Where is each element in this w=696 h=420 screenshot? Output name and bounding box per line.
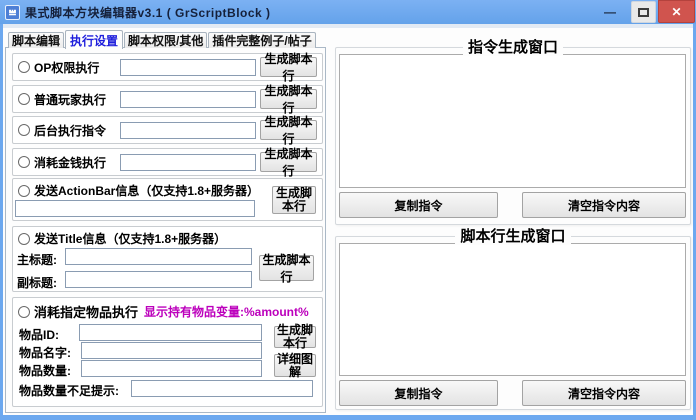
player-exec-generate-button[interactable]: 生成脚本行 (260, 84, 317, 115)
console-exec-radio[interactable] (18, 124, 30, 136)
tab-permissions-other[interactable]: 脚本权限/其他 (124, 32, 208, 48)
item-id-label: 物品ID: (19, 328, 59, 342)
op-exec-radio[interactable] (18, 61, 30, 73)
console-exec-generate-button[interactable]: 生成脚本行 (260, 115, 317, 146)
sub-title-input[interactable] (65, 271, 252, 288)
clear-command-button[interactable]: 清空指令内容 (522, 192, 686, 218)
main-title-label: 主标题: (17, 253, 57, 267)
copy-scriptline-button[interactable]: 复制指令 (339, 380, 498, 406)
maximize-button[interactable] (631, 1, 656, 23)
command-panel-title: 指令生成窗口 (335, 36, 691, 57)
item-amount-hint: 显示持有物品变量:%amount% (144, 305, 309, 319)
player-exec-label: 普通玩家执行 (34, 92, 107, 107)
copy-command-button[interactable]: 复制指令 (339, 192, 498, 218)
item-group: 消耗指定物品执行 显示持有物品变量:%amount% 物品ID: 物品名字: 物… (12, 297, 323, 407)
minimize-icon: — (604, 5, 616, 19)
item-label: 消耗指定物品执行 (34, 305, 139, 320)
scriptline-panel-title: 脚本行生成窗口 (335, 225, 691, 246)
main-title-input[interactable] (65, 248, 252, 265)
player-exec-radio[interactable] (18, 93, 30, 105)
money-exec-label: 消耗金钱执行 (34, 155, 107, 170)
window-controls: — ✕ (597, 0, 696, 24)
tab-bar: 脚本编辑 执行设置 脚本权限/其他 插件完整例子/帖子 (8, 30, 317, 49)
tab-script-edit[interactable]: 脚本编辑 (8, 32, 65, 48)
tab-plugin-examples[interactable]: 插件完整例子/帖子 (208, 32, 316, 48)
actionbar-generate-button[interactable]: 生成脚本行 (272, 186, 316, 214)
item-count-input[interactable] (81, 360, 262, 377)
op-exec-generate-button[interactable]: 生成脚本行 (260, 52, 317, 83)
op-exec-row: OP权限执行 生成脚本行 (12, 52, 323, 83)
console-exec-row: 后台执行指令 生成脚本行 (12, 115, 323, 146)
title-label: 发送Title信息（仅支持1.8+服务器） (34, 232, 227, 246)
command-output-area[interactable] (339, 54, 686, 188)
item-radio[interactable] (18, 305, 30, 318)
money-exec-radio[interactable] (18, 156, 30, 168)
actionbar-group: 发送ActionBar信息（仅支持1.8+服务器） 生成脚本行 (12, 178, 323, 221)
actionbar-label: 发送ActionBar信息（仅支持1.8+服务器） (34, 184, 260, 198)
clear-scriptline-button[interactable]: 清空指令内容 (522, 380, 686, 406)
money-exec-row: 消耗金钱执行 生成脚本行 (12, 147, 323, 178)
op-exec-input[interactable] (120, 58, 256, 76)
close-icon: ✕ (671, 4, 682, 19)
app-window: 果式脚本方块编辑器v3.1 ( GrScriptBlock ) — ✕ 脚本编辑… (0, 0, 696, 420)
money-exec-generate-button[interactable]: 生成脚本行 (260, 147, 317, 178)
title-radio[interactable] (18, 232, 30, 245)
tab-exec-settings[interactable]: 执行设置 (65, 30, 124, 49)
item-generate-button[interactable]: 生成脚本行 (274, 324, 316, 350)
window-title: 果式脚本方块编辑器v3.1 ( GrScriptBlock ) (25, 5, 271, 20)
money-exec-input[interactable] (120, 153, 256, 171)
titlebar-shadow (3, 24, 693, 28)
item-warn-input[interactable] (131, 380, 313, 397)
item-detail-button[interactable]: 详细图解 (274, 352, 316, 378)
player-exec-input[interactable] (120, 90, 256, 108)
player-exec-row: 普通玩家执行 生成脚本行 (12, 84, 323, 115)
item-warn-label: 物品数量不足提示: (19, 384, 119, 398)
titlebar[interactable]: 果式脚本方块编辑器v3.1 ( GrScriptBlock ) — ✕ (0, 0, 696, 24)
title-generate-button[interactable]: 生成脚本行 (259, 253, 314, 284)
item-id-input[interactable] (79, 324, 262, 341)
item-count-label: 物品数量: (19, 364, 71, 378)
console-exec-input[interactable] (120, 121, 256, 139)
title-group: 发送Title信息（仅支持1.8+服务器） 主标题: 副标题: 生成脚本行 (12, 226, 323, 292)
scriptline-output-area[interactable] (339, 243, 686, 376)
actionbar-radio[interactable] (18, 184, 30, 197)
minimize-button[interactable]: — (597, 2, 623, 22)
actionbar-input[interactable] (15, 200, 255, 217)
op-exec-label: OP权限执行 (34, 60, 100, 75)
console-exec-label: 后台执行指令 (34, 123, 107, 138)
item-name-input[interactable] (81, 342, 262, 359)
maximize-icon (638, 7, 649, 17)
sub-title-label: 副标题: (17, 276, 57, 290)
app-icon (5, 4, 20, 20)
item-name-label: 物品名字: (19, 346, 71, 360)
close-button[interactable]: ✕ (658, 0, 695, 23)
